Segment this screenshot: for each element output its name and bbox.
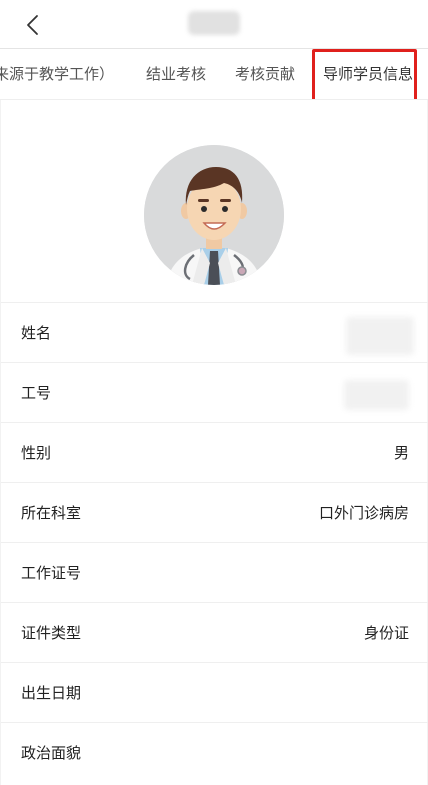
tab-bar: 来源于教学工作） 结业考核 考核贡献 导师学员信息 (0, 49, 428, 100)
info-row-name: 姓名 (1, 302, 428, 362)
tab-assessment-contribution[interactable]: 考核贡献 (235, 49, 295, 99)
work-card-number-label: 工作证号 (21, 564, 82, 582)
department-value: 口外门诊病房 (318, 504, 409, 522)
page-title (188, 11, 240, 35)
info-row-birth-date: 出生日期 (1, 662, 428, 722)
avatar (144, 145, 284, 285)
birth-date-label: 出生日期 (21, 684, 82, 702)
nav-bar (0, 0, 428, 49)
tab-graduation-assessment[interactable]: 结业考核 (146, 49, 206, 99)
gender-label: 性别 (21, 444, 52, 462)
info-row-department: 所在科室 口外门诊病房 (1, 482, 428, 542)
political-status-label: 政治面貌 (21, 744, 82, 762)
info-row-staff-id: 工号 (1, 362, 428, 422)
info-row-work-card-number: 工作证号 (1, 542, 428, 602)
tab-teaching-source[interactable]: 来源于教学工作） (0, 49, 114, 99)
info-row-gender: 性别 男 (1, 422, 428, 482)
chevron-left-icon (27, 15, 38, 35)
doctor-avatar-icon (144, 145, 284, 285)
staff-id-label: 工号 (21, 384, 52, 402)
id-type-value: 身份证 (363, 624, 409, 642)
back-button[interactable] (18, 10, 48, 40)
gender-value: 男 (393, 444, 409, 462)
info-row-id-type: 证件类型 身份证 (1, 602, 428, 662)
id-type-label: 证件类型 (21, 624, 82, 642)
name-redaction (346, 317, 414, 355)
info-row-political-status: 政治面貌 (1, 722, 428, 782)
profile-content: 姓名 工号 性别 男 所在科室 口外门诊病房 工作证号 证件类型 身份证 出生日… (0, 100, 428, 785)
info-list: 姓名 工号 性别 男 所在科室 口外门诊病房 工作证号 证件类型 身份证 出生日… (1, 302, 428, 782)
department-label: 所在科室 (21, 504, 82, 522)
staff-id-redaction (344, 380, 409, 410)
tab-mentor-student-info[interactable]: 导师学员信息 (323, 49, 413, 99)
name-label: 姓名 (21, 324, 52, 342)
